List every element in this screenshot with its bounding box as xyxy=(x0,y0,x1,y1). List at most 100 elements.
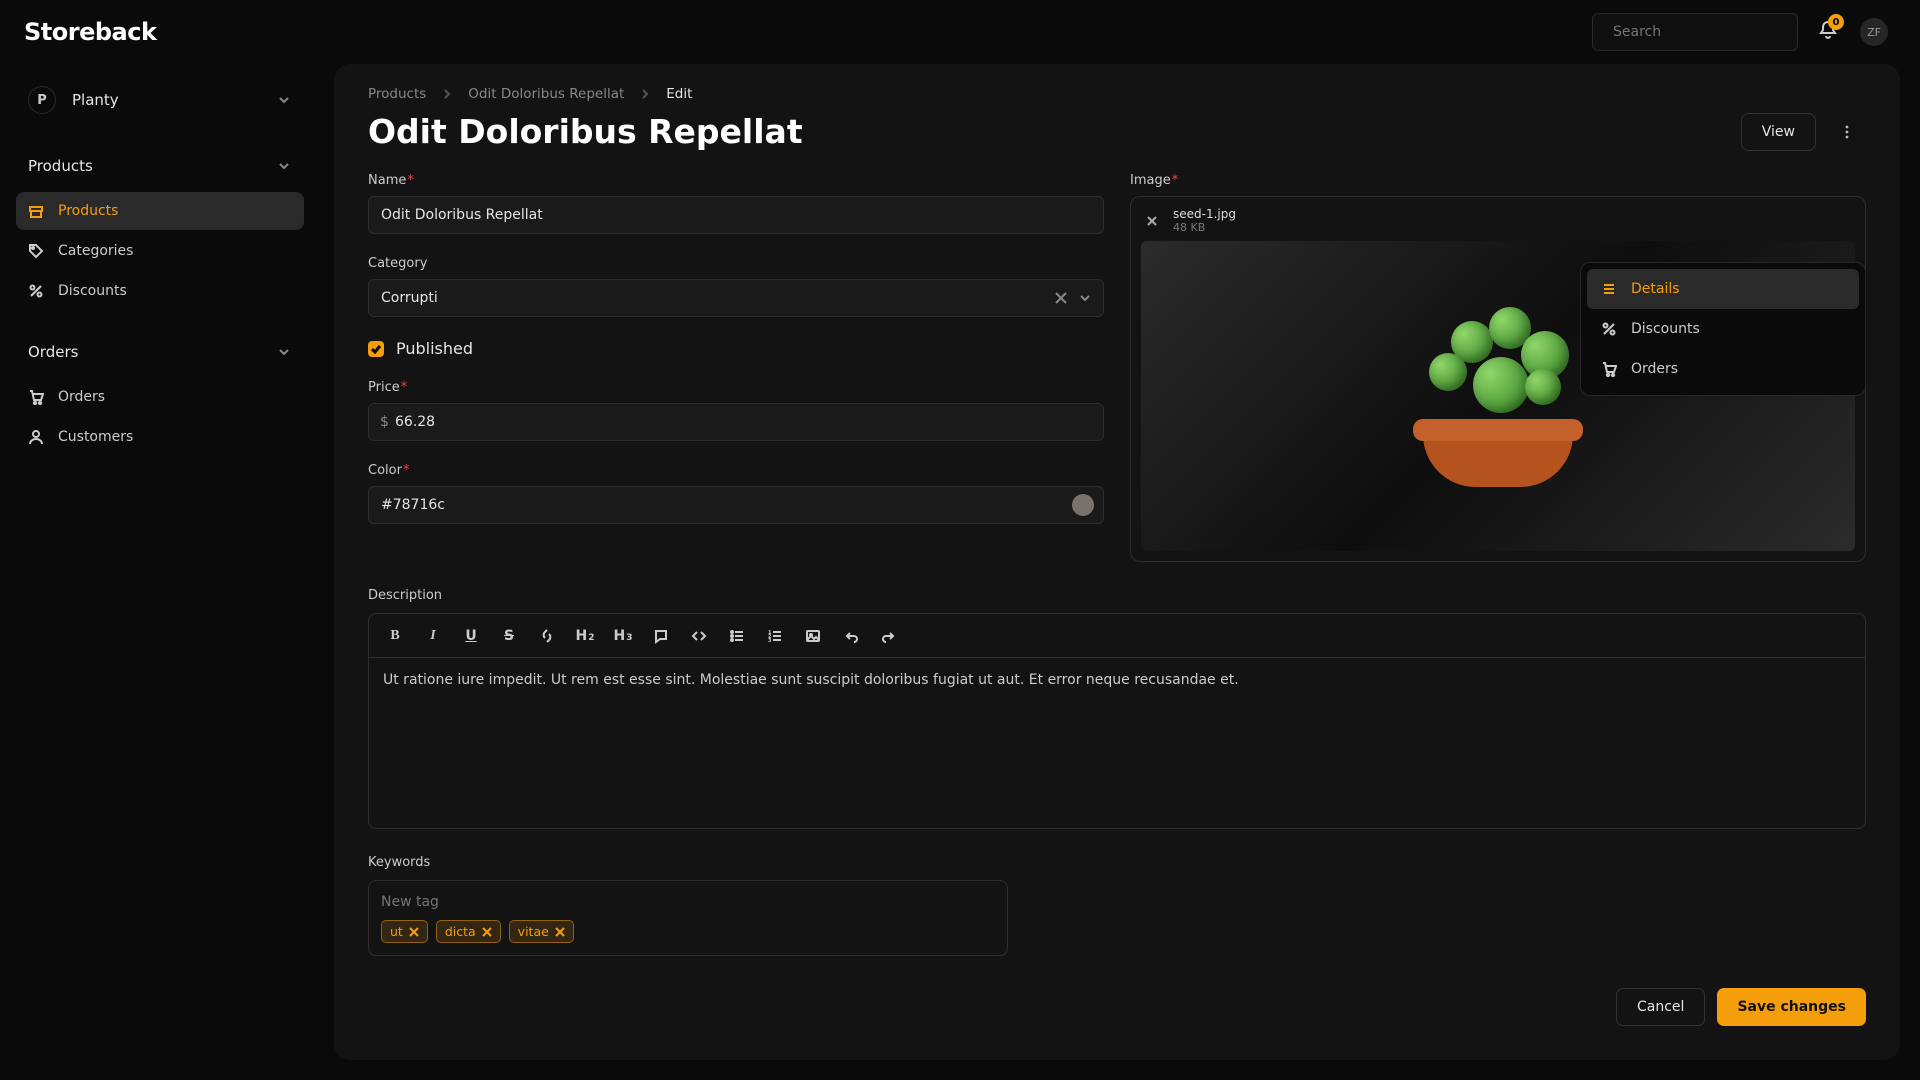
rte-undo-button[interactable] xyxy=(833,620,869,652)
sidebar-item-orders[interactable]: Orders xyxy=(16,378,304,416)
category-select[interactable] xyxy=(368,279,1104,317)
color-input[interactable] xyxy=(368,486,1104,524)
code-icon xyxy=(691,628,707,644)
search-input[interactable] xyxy=(1613,24,1787,40)
sidebar-group-label: Orders xyxy=(28,343,78,361)
keyword-tag: ut xyxy=(381,920,428,943)
rte-toolbar: B I U S H2 H3 123 xyxy=(369,614,1865,658)
rte-quote-button[interactable] xyxy=(643,620,679,652)
tab-details[interactable]: Details xyxy=(1587,269,1859,309)
rte-ul-button[interactable] xyxy=(719,620,755,652)
user-avatar[interactable]: ZF xyxy=(1860,18,1888,46)
rte-bold-button[interactable]: B xyxy=(377,620,413,652)
image-icon xyxy=(805,628,821,644)
breadcrumb-item[interactable]: Products xyxy=(368,86,426,102)
sidebar-item-label: Customers xyxy=(58,429,133,445)
list-number-icon: 123 xyxy=(767,628,783,644)
redo-icon xyxy=(881,628,897,644)
breadcrumb-item[interactable]: Edit xyxy=(666,86,692,102)
field-published[interactable]: Published xyxy=(368,339,1104,358)
clear-icon[interactable] xyxy=(1054,291,1068,305)
sidebar-item-customers[interactable]: Customers xyxy=(16,418,304,456)
global-search[interactable] xyxy=(1592,13,1798,51)
price-input[interactable] xyxy=(368,403,1104,441)
rte-link-button[interactable] xyxy=(529,620,565,652)
field-name: Name* xyxy=(368,173,1104,234)
chevron-right-icon xyxy=(440,87,454,101)
keywords-box[interactable]: utdicta vitae xyxy=(368,880,1008,956)
close-icon xyxy=(1147,216,1157,226)
sidebar-item-label: Orders xyxy=(58,389,105,405)
archive-icon xyxy=(28,203,44,219)
rte-italic-button[interactable]: I xyxy=(415,620,451,652)
rte-code-button[interactable] xyxy=(681,620,717,652)
tab-label: Orders xyxy=(1631,361,1678,377)
cart-icon xyxy=(1601,361,1617,377)
form-actions: Cancel Save changes xyxy=(368,988,1866,1026)
color-label: Color* xyxy=(368,463,1104,478)
sidebar-item-label: Discounts xyxy=(58,283,127,299)
save-button[interactable]: Save changes xyxy=(1717,988,1866,1026)
sidebar-item-label: Categories xyxy=(58,243,133,259)
category-label: Category xyxy=(368,256,1104,271)
rte-h3-button[interactable]: H3 xyxy=(605,620,641,652)
chevron-down-icon xyxy=(276,92,292,108)
breadcrumb-item[interactable]: Odit Doloribus Repellat xyxy=(468,86,624,102)
sidebar-item-discounts[interactable]: Discounts xyxy=(16,272,304,310)
sidebar-group-products[interactable]: Products xyxy=(16,142,304,190)
keyword-tag: dicta xyxy=(436,920,501,943)
published-checkbox[interactable] xyxy=(368,341,384,357)
keywords-input[interactable] xyxy=(381,894,995,910)
chevron-down-icon xyxy=(276,344,292,360)
tab-orders[interactable]: Orders xyxy=(1587,349,1859,389)
tab-discounts[interactable]: Discounts xyxy=(1587,309,1859,349)
org-name: Planty xyxy=(72,91,119,109)
remove-tag-icon[interactable] xyxy=(555,927,565,937)
sidebar-item-categories[interactable]: Categories xyxy=(16,232,304,270)
view-button[interactable]: View xyxy=(1741,113,1816,151)
field-color: Color* xyxy=(368,463,1104,524)
rte-image-button[interactable] xyxy=(795,620,831,652)
cancel-button[interactable]: Cancel xyxy=(1616,988,1705,1026)
keyword-tag-label: vitae xyxy=(518,924,549,939)
name-label: Name* xyxy=(368,173,1104,188)
image-label: Image* xyxy=(1130,173,1866,188)
chevron-right-icon xyxy=(638,87,652,101)
rte-redo-button[interactable] xyxy=(871,620,907,652)
link-icon xyxy=(539,628,555,644)
rte-ol-button[interactable]: 123 xyxy=(757,620,793,652)
sidebar-group-label: Products xyxy=(28,157,93,175)
remove-tag-icon[interactable] xyxy=(482,927,492,937)
percent-icon xyxy=(1601,321,1617,337)
keyword-tag: vitae xyxy=(509,920,574,943)
list-bullet-icon xyxy=(729,628,745,644)
breadcrumb: Products Odit Doloribus Repellat Edit xyxy=(368,86,1866,102)
keywords-label: Keywords xyxy=(368,855,1008,870)
price-label: Price* xyxy=(368,380,1104,395)
sidebar: P Planty Products Products Categories Di… xyxy=(0,64,320,1080)
name-input[interactable] xyxy=(368,196,1104,234)
more-actions-button[interactable] xyxy=(1828,113,1866,151)
color-swatch[interactable] xyxy=(1072,494,1094,516)
org-switcher[interactable]: P Planty xyxy=(16,76,304,124)
rich-text-editor: B I U S H2 H3 123 xyxy=(368,613,1866,829)
chevron-down-icon[interactable] xyxy=(1078,291,1092,305)
quote-icon xyxy=(653,628,669,644)
notifications-button[interactable]: 0 xyxy=(1818,20,1838,44)
app-header: Storeback 0 ZF xyxy=(0,0,1920,64)
rte-strike-button[interactable]: S xyxy=(491,620,527,652)
field-description: Description B I U S H2 H3 123 xyxy=(368,588,1866,829)
rte-h2-button[interactable]: H2 xyxy=(567,620,603,652)
currency-symbol: $ xyxy=(380,414,389,430)
image-remove-button[interactable] xyxy=(1141,210,1163,232)
image-filesize: 48 KB xyxy=(1173,221,1236,234)
description-label: Description xyxy=(368,588,1866,603)
tab-label: Discounts xyxy=(1631,321,1700,337)
undo-icon xyxy=(843,628,859,644)
rte-underline-button[interactable]: U xyxy=(453,620,489,652)
sidebar-group-orders[interactable]: Orders xyxy=(16,328,304,376)
remove-tag-icon[interactable] xyxy=(409,927,419,937)
more-vertical-icon xyxy=(1839,124,1855,140)
sidebar-item-products[interactable]: Products xyxy=(16,192,304,230)
description-input[interactable]: Ut ratione iure impedit. Ut rem est esse… xyxy=(369,658,1865,828)
